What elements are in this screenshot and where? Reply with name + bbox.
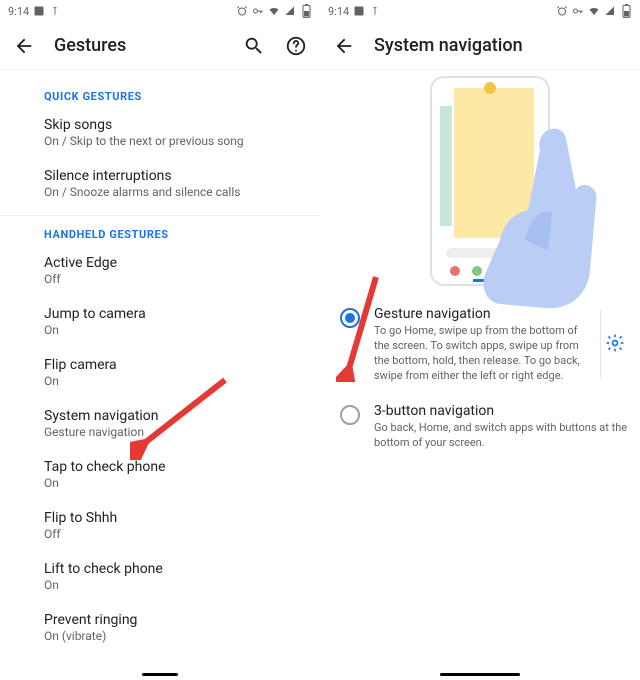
page-title: System navigation: [374, 35, 628, 56]
item-sub: On (vibrate): [44, 629, 276, 643]
list-item-silence-interruptions[interactable]: Silence interruptions On / Snooze alarms…: [0, 158, 320, 209]
list-item-flip-to-shhh[interactable]: Flip to Shhh Off: [0, 500, 320, 551]
item-sub: On: [44, 476, 276, 490]
home-indicator[interactable]: [142, 673, 178, 676]
item-sub: On / Snooze alarms and silence calls: [44, 185, 276, 199]
item-title: Tap to check phone: [44, 459, 276, 475]
item-sub: On / Skip to the next or previous song: [44, 134, 276, 148]
home-indicator[interactable]: [440, 673, 520, 676]
status-bar: 9:14: [0, 0, 320, 22]
option-description: Go back, Home, and switch apps with butt…: [374, 421, 628, 451]
battery-icon: [620, 5, 632, 17]
illustration: [320, 70, 640, 296]
item-sub: On: [44, 323, 276, 337]
back-arrow-icon[interactable]: [332, 34, 356, 58]
page-title: Gestures: [54, 35, 224, 56]
key-icon: [572, 5, 584, 17]
item-title: Flip to Shhh: [44, 510, 276, 526]
list-item-prevent-ringing[interactable]: Prevent ringing On (vibrate): [0, 602, 320, 653]
gestures-settings-pane: 9:14: [0, 0, 320, 680]
item-sub: On: [44, 578, 276, 592]
list-item-skip-songs[interactable]: Skip songs On / Skip to the next or prev…: [0, 107, 320, 158]
signal-icon: [284, 5, 296, 17]
status-bar: 9:14: [320, 0, 640, 22]
wifi-icon: [588, 5, 600, 17]
help-icon[interactable]: [284, 34, 308, 58]
gear-icon[interactable]: [605, 333, 625, 357]
tesla-icon: [49, 5, 61, 17]
list-item-lift-to-check[interactable]: Lift to check phone On: [0, 551, 320, 602]
battery-icon: [300, 5, 312, 17]
item-title: Lift to check phone: [44, 561, 276, 577]
app-bar: Gestures: [0, 22, 320, 70]
option-title: 3-button navigation: [374, 403, 628, 419]
back-arrow-icon[interactable]: [12, 34, 36, 58]
status-time: 9:14: [328, 5, 349, 18]
item-sub: Off: [44, 272, 276, 286]
signal-icon: [604, 5, 616, 17]
item-title: Silence interruptions: [44, 168, 276, 184]
section-handheld-gestures: HANDHELD GESTURES: [0, 216, 320, 245]
image-icon: [33, 5, 45, 17]
section-quick-gestures: QUICK GESTURES: [0, 78, 320, 107]
list-item-jump-to-camera[interactable]: Jump to camera On: [0, 296, 320, 347]
alarm-icon: [556, 5, 568, 17]
option-description: To go Home, swipe up from the bottom of …: [374, 324, 584, 383]
item-title: Prevent ringing: [44, 612, 276, 628]
item-sub: Off: [44, 527, 276, 541]
alarm-icon: [236, 5, 248, 17]
list-item-active-edge[interactable]: Active Edge Off: [0, 245, 320, 296]
hand-illustration: [480, 120, 600, 310]
radio-unselected-icon[interactable]: [340, 405, 360, 425]
key-icon: [252, 5, 264, 17]
app-bar: System navigation: [320, 22, 640, 70]
tesla-icon: [369, 5, 381, 17]
annotation-arrow-icon: [130, 375, 230, 460]
annotation-arrow-icon: [336, 272, 386, 382]
item-title: Flip camera: [44, 357, 276, 373]
wifi-icon: [268, 5, 280, 17]
item-title: Skip songs: [44, 117, 276, 133]
image-icon: [353, 5, 365, 17]
search-icon[interactable]: [242, 34, 266, 58]
status-time: 9:14: [8, 5, 29, 18]
item-title: Jump to camera: [44, 306, 276, 322]
option-3-button-navigation[interactable]: 3-button navigation Go back, Home, and s…: [320, 393, 640, 461]
item-title: Active Edge: [44, 255, 276, 271]
